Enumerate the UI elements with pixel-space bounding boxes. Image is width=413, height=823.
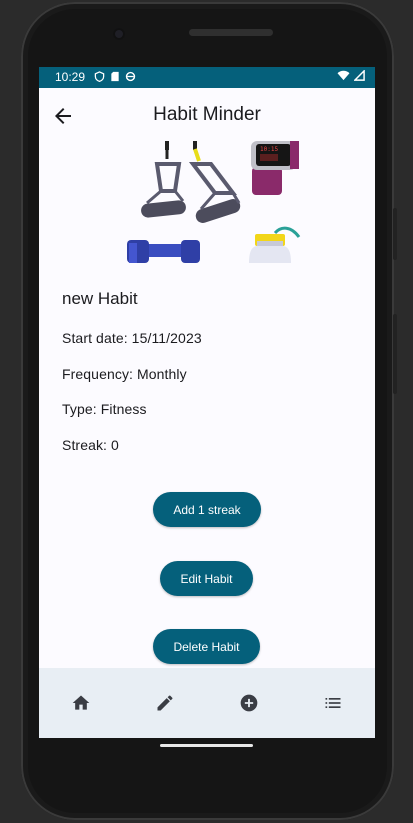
side-button <box>393 208 397 260</box>
page-title: Habit Minder <box>153 104 261 125</box>
home-icon <box>72 695 90 710</box>
habit-type: Type: Fitness <box>62 401 147 417</box>
water-bottle-illustration <box>249 226 301 263</box>
add-circle-icon <box>240 694 258 712</box>
nav-add[interactable] <box>207 668 291 738</box>
svg-text:10:15: 10:15 <box>260 146 278 153</box>
status-time: 10:29 <box>55 70 86 84</box>
nav-list[interactable] <box>291 668 375 738</box>
status-bar: 10:29 <box>39 67 375 88</box>
gesture-handle[interactable] <box>160 744 253 747</box>
smartwatch-illustration: 10:15 <box>251 141 299 195</box>
list-icon <box>325 698 341 708</box>
speaker-grille <box>189 29 273 36</box>
habit-name: new Habit <box>62 289 138 308</box>
wifi-icon <box>337 70 350 81</box>
dumbbell-illustration <box>127 240 200 263</box>
shield-icon <box>94 71 105 82</box>
signal-icon <box>354 70 365 81</box>
fitness-image: 10:15 <box>127 141 301 263</box>
delete-habit-button[interactable]: Delete Habit <box>153 629 260 664</box>
nav-home[interactable] <box>39 668 123 738</box>
app-bar: Habit Minder <box>39 88 375 142</box>
habit-frequency: Frequency: Monthly <box>62 366 187 382</box>
habit-start-date: Start date: 15/11/2023 <box>62 330 202 346</box>
habit-streak: Streak: 0 <box>62 437 119 453</box>
resistance-bands-illustration <box>141 141 241 223</box>
app-screen: 10:29 Habit Minder 10:15 new Habit Start… <box>39 67 375 738</box>
add-streak-button[interactable]: Add 1 streak <box>153 492 261 527</box>
volume-button <box>393 314 397 394</box>
bottom-navigation <box>39 668 375 738</box>
edit-habit-button[interactable]: Edit Habit <box>160 561 253 596</box>
nav-edit[interactable] <box>123 668 207 738</box>
sd-card-icon <box>111 71 119 82</box>
front-camera <box>113 28 125 40</box>
sync-icon <box>125 71 136 82</box>
edit-icon <box>157 695 173 711</box>
